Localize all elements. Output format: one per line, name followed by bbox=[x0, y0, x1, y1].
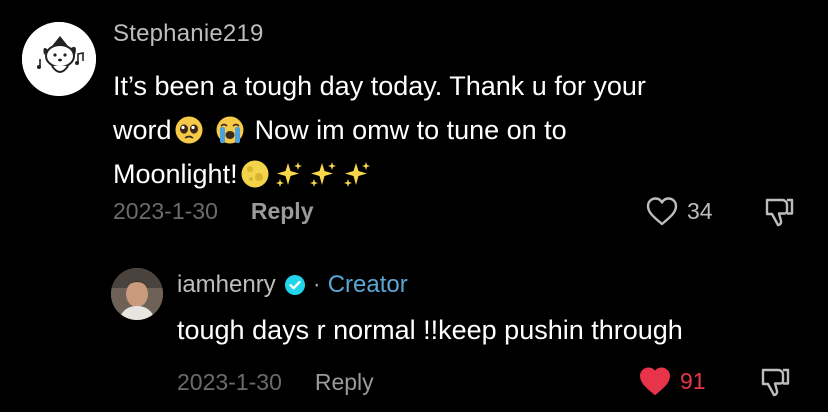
comment-text-line1: It’s been a tough day today. Thank u for… bbox=[113, 71, 646, 101]
reply-dislike-button[interactable] bbox=[758, 366, 792, 403]
reply-date: 2023-1-30 bbox=[177, 369, 282, 395]
reply-avatar[interactable] bbox=[111, 268, 163, 320]
pleading-face-icon bbox=[174, 115, 204, 145]
creator-badge: Creator bbox=[327, 271, 408, 298]
reply-header: iamhenry · Creator bbox=[177, 271, 408, 299]
dog-cartoon-avatar-icon bbox=[22, 22, 96, 96]
loudly-crying-face-icon bbox=[215, 115, 245, 145]
user-photo-avatar-icon bbox=[111, 268, 163, 320]
dislike-icon bbox=[765, 198, 794, 227]
reply-username[interactable]: iamhenry bbox=[177, 271, 276, 299]
reply-button[interactable]: Reply bbox=[251, 198, 314, 225]
like-button[interactable]: 34 bbox=[645, 196, 713, 226]
comment-text-line2a: word bbox=[113, 115, 172, 145]
heart-filled-icon bbox=[640, 367, 670, 395]
like-count: 34 bbox=[687, 197, 713, 224]
reply-like-count: 91 bbox=[680, 367, 706, 394]
comment-text-line3: Moonlight! bbox=[113, 159, 238, 189]
separator-dot: · bbox=[312, 271, 321, 298]
dislike-icon bbox=[761, 368, 790, 397]
comment-date: 2023-1-30 bbox=[113, 198, 218, 224]
comment-username[interactable]: Stephanie219 bbox=[113, 20, 264, 48]
sparkles-icon bbox=[342, 159, 372, 189]
avatar[interactable] bbox=[22, 22, 96, 96]
full-moon-icon bbox=[240, 159, 270, 189]
comment-text-line2b: Now im omw to tune on to bbox=[254, 115, 567, 145]
reply-reply-button[interactable]: Reply bbox=[315, 369, 374, 396]
dislike-button[interactable] bbox=[762, 196, 796, 233]
reply-text: tough days r normal !!keep pushin throug… bbox=[177, 315, 683, 345]
reply-like-button[interactable]: 91 bbox=[638, 366, 706, 396]
comment-meta: 2023-1-30 Reply bbox=[113, 198, 314, 225]
reply-meta: 2023-1-30 Reply bbox=[177, 369, 374, 396]
verified-badge-icon bbox=[284, 275, 305, 295]
heart-outline-icon bbox=[646, 197, 678, 226]
sparkles-icon bbox=[308, 159, 338, 189]
comment-thread: Stephanie219 It’s been a tough day today… bbox=[0, 0, 828, 412]
comment-text: It’s been a tough day today. Thank u for… bbox=[113, 64, 793, 196]
sparkles-icon bbox=[274, 159, 304, 189]
